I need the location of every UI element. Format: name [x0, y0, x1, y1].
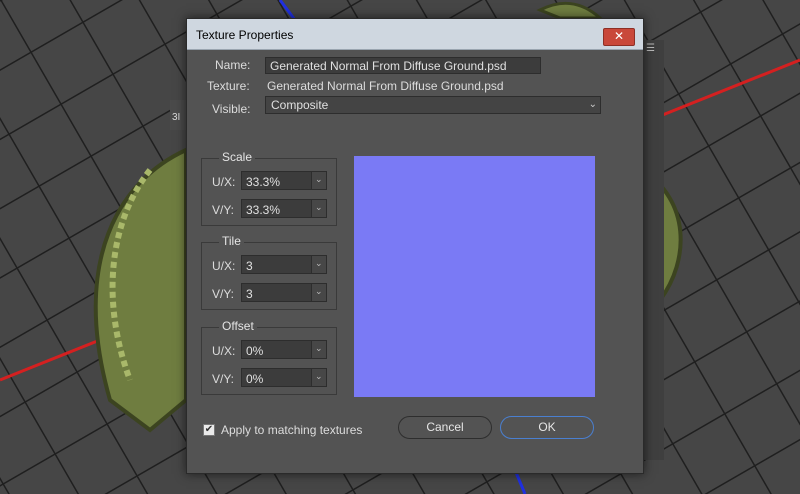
tile-vy-input[interactable]: 3 ⌄	[241, 283, 327, 302]
close-button[interactable]: ✕	[603, 28, 635, 46]
offset-vy-input[interactable]: 0% ⌄	[241, 368, 327, 387]
tile-ux-label: U/X:	[212, 259, 236, 273]
scale-vy-value: 33.3%	[246, 203, 281, 217]
offset-vy-value: 0%	[246, 372, 264, 386]
visible-select-value: Composite	[271, 98, 329, 112]
tile-group-title: Tile	[219, 234, 244, 248]
apply-matching-checkbox[interactable]: ✔	[203, 424, 215, 436]
chevron-down-icon: ⌄	[315, 343, 323, 353]
tile-vy-label: V/Y:	[212, 287, 235, 301]
scale-vy-label: V/Y:	[212, 203, 235, 217]
tile-vy-dropdown[interactable]: ⌄	[311, 284, 326, 301]
chevron-down-icon: ⌄	[315, 202, 323, 212]
name-field[interactable]: Generated Normal From Diffuse Ground.psd	[265, 57, 541, 74]
dialog-title: Texture Properties	[196, 28, 294, 42]
panel-menu-icon[interactable]: ☰	[646, 44, 658, 54]
scale-ux-label: U/X:	[212, 175, 236, 189]
texture-value: Generated Normal From Diffuse Ground.psd	[267, 79, 504, 93]
offset-ux-value: 0%	[246, 344, 264, 358]
dialog-titlebar[interactable]: Texture Properties ✕	[187, 19, 643, 50]
scale-group-title: Scale	[219, 150, 256, 164]
chevron-down-icon: ⌄	[315, 174, 323, 184]
offset-ux-label: U/X:	[212, 344, 236, 358]
tile-vy-value: 3	[246, 287, 253, 301]
offset-vy-label: V/Y:	[212, 372, 235, 386]
name-label: Name:	[215, 58, 251, 72]
offset-vy-dropdown[interactable]: ⌄	[311, 369, 326, 386]
right-panel-edge	[642, 40, 664, 460]
chevron-down-icon: ⌄	[315, 371, 323, 381]
cancel-button[interactable]: Cancel	[398, 416, 492, 439]
offset-ux-input[interactable]: 0% ⌄	[241, 340, 327, 359]
chevron-down-icon: ⌄	[315, 258, 323, 268]
tile-ux-input[interactable]: 3 ⌄	[241, 255, 327, 274]
chevron-down-icon: ⌄	[315, 286, 323, 296]
scale-ux-input[interactable]: 33.3% ⌄	[241, 171, 327, 190]
offset-group-title: Offset	[219, 319, 257, 333]
offset-ux-dropdown[interactable]: ⌄	[311, 341, 326, 358]
tile-ux-value: 3	[246, 259, 253, 273]
dialog-content: Name: Generated Normal From Diffuse Grou…	[187, 50, 643, 473]
texture-label: Texture:	[207, 79, 250, 93]
tile-ux-dropdown[interactable]: ⌄	[311, 256, 326, 273]
ok-button[interactable]: OK	[500, 416, 594, 439]
scale-ux-value: 33.3%	[246, 175, 281, 189]
texture-properties-dialog: Texture Properties ✕ Name: Generated Nor…	[186, 18, 644, 474]
apply-matching-label[interactable]: Apply to matching textures	[221, 423, 362, 437]
close-icon: ✕	[613, 29, 625, 43]
texture-preview-image	[354, 156, 595, 397]
scale-vy-input[interactable]: 33.3% ⌄	[241, 199, 327, 218]
visible-label: Visible:	[212, 102, 251, 116]
visible-select[interactable]: Composite ⌄	[265, 96, 601, 114]
scale-vy-dropdown[interactable]: ⌄	[311, 200, 326, 217]
scale-ux-dropdown[interactable]: ⌄	[311, 172, 326, 189]
chevron-down-icon: ⌄	[588, 99, 597, 110]
checkmark-icon: ✔	[204, 424, 214, 435]
background-panel-fragment: 3I	[172, 112, 180, 123]
